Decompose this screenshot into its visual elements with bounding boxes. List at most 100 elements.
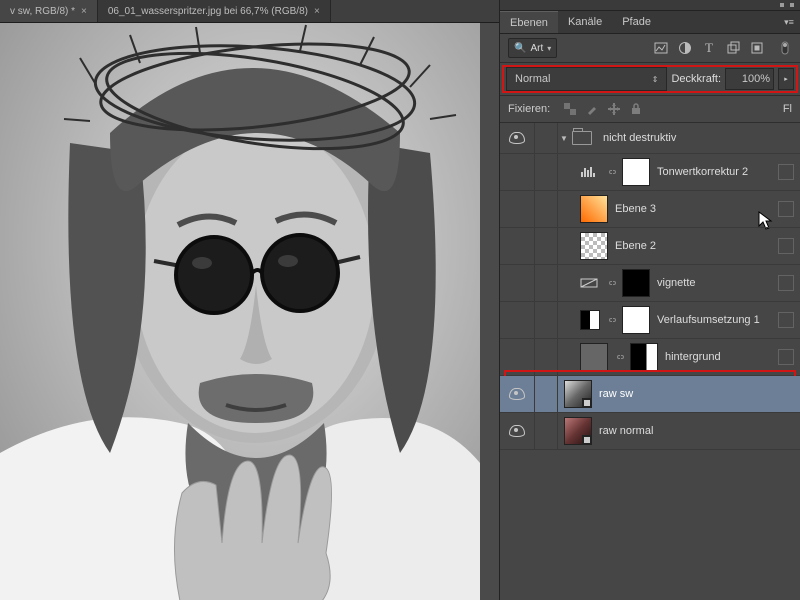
lock-all-icon[interactable] bbox=[630, 103, 642, 115]
style-slot-icon[interactable] bbox=[778, 164, 794, 180]
layer-row[interactable]: Ebene 3 bbox=[500, 191, 800, 228]
collapse-icon[interactable] bbox=[790, 3, 794, 7]
panel-menu-icon[interactable]: ▾≡ bbox=[778, 11, 800, 33]
chevron-updown-icon: ⇕ bbox=[652, 75, 659, 84]
visibility-toggle[interactable] bbox=[500, 413, 535, 449]
opacity-flyout-icon[interactable]: ▸ bbox=[778, 68, 794, 90]
smart-object-thumbnail[interactable] bbox=[564, 417, 592, 445]
layer-row[interactable]: vignette bbox=[500, 265, 800, 302]
opacity-label: Deckkraft: bbox=[671, 73, 721, 85]
lock-column[interactable] bbox=[535, 265, 558, 301]
visibility-toggle[interactable] bbox=[500, 123, 535, 153]
filter-type-icon[interactable]: T bbox=[702, 41, 716, 55]
filter-adjust-icon[interactable] bbox=[678, 41, 692, 55]
document-image bbox=[0, 23, 480, 600]
canvas-viewport[interactable] bbox=[0, 23, 499, 600]
lock-row: Fixieren: Fl bbox=[500, 95, 800, 123]
layer-list[interactable]: ▼ nicht destruktiv Tonwertkorrektur 2 Ebe… bbox=[500, 123, 800, 600]
filter-shape-icon[interactable] bbox=[726, 41, 740, 55]
visibility-toggle[interactable] bbox=[500, 265, 535, 301]
layer-mask-thumbnail[interactable] bbox=[630, 343, 658, 371]
blend-mode-combo[interactable]: Normal ⇕ bbox=[506, 67, 667, 91]
eye-icon bbox=[509, 132, 525, 144]
layer-name[interactable]: hintergrund bbox=[665, 351, 721, 363]
close-icon[interactable]: × bbox=[81, 6, 87, 17]
filter-pixel-icon[interactable] bbox=[654, 41, 668, 55]
levels-icon bbox=[580, 163, 598, 181]
opacity-value: 100% bbox=[742, 73, 770, 85]
lock-position-icon[interactable] bbox=[608, 103, 620, 115]
lock-column[interactable] bbox=[535, 376, 558, 412]
layer-thumbnail[interactable] bbox=[580, 232, 608, 260]
lock-column[interactable] bbox=[535, 154, 558, 190]
smart-object-thumbnail[interactable] bbox=[564, 380, 592, 408]
document-tab-bar: v sw, RGB/8) * × 06_01_wasserspritzer.jp… bbox=[0, 0, 499, 23]
close-icon[interactable]: × bbox=[314, 6, 320, 17]
fill-label: Fl bbox=[783, 103, 792, 115]
lock-column[interactable] bbox=[535, 191, 558, 227]
layer-row[interactable]: raw sw bbox=[500, 376, 800, 413]
layer-name[interactable]: nicht destruktiv bbox=[603, 132, 676, 144]
visibility-toggle[interactable] bbox=[500, 154, 535, 190]
eye-icon bbox=[509, 388, 525, 400]
document-tab-inactive[interactable]: 06_01_wasserspritzer.jpg bei 66,7% (RGB/… bbox=[98, 0, 331, 22]
lock-column[interactable] bbox=[535, 228, 558, 264]
opacity-input[interactable]: 100% bbox=[725, 68, 774, 90]
lock-pixels-icon[interactable] bbox=[586, 103, 598, 115]
layers-panel: Ebenen Kanäle Pfade ▾≡ 🔍 Art ▾ T Normal bbox=[499, 0, 800, 600]
layer-extras bbox=[778, 201, 794, 217]
tab-kanaele[interactable]: Kanäle bbox=[558, 11, 612, 33]
layer-row[interactable]: raw normal bbox=[500, 413, 800, 450]
blend-mode-value: Normal bbox=[515, 73, 550, 85]
tab-ebenen[interactable]: Ebenen bbox=[500, 11, 558, 33]
layer-name[interactable]: raw sw bbox=[599, 388, 633, 400]
layer-name[interactable]: raw normal bbox=[599, 425, 653, 437]
lock-column[interactable] bbox=[535, 123, 558, 153]
style-slot-icon[interactable] bbox=[778, 349, 794, 365]
tab-pfade[interactable]: Pfade bbox=[612, 11, 661, 33]
layer-mask-thumbnail[interactable] bbox=[622, 269, 650, 297]
style-slot-icon[interactable] bbox=[778, 238, 794, 254]
visibility-toggle[interactable] bbox=[500, 339, 535, 375]
layer-mask-thumbnail[interactable] bbox=[622, 158, 650, 186]
layer-name[interactable]: Tonwertkorrektur 2 bbox=[657, 166, 748, 178]
layer-extras bbox=[778, 312, 794, 328]
layer-extras bbox=[778, 349, 794, 365]
lock-column[interactable] bbox=[535, 413, 558, 449]
lock-transparency-icon[interactable] bbox=[564, 103, 576, 115]
layer-row[interactable]: hintergrund bbox=[500, 339, 800, 376]
layer-extras bbox=[778, 275, 794, 291]
layer-row[interactable]: Verlaufsumsetzung 1 bbox=[500, 302, 800, 339]
filter-kind-combo[interactable]: 🔍 Art ▾ bbox=[508, 38, 557, 58]
layer-name[interactable]: Ebene 3 bbox=[615, 203, 656, 215]
visibility-toggle[interactable] bbox=[500, 228, 535, 264]
disclosure-triangle-icon[interactable]: ▼ bbox=[558, 134, 570, 143]
filter-toggle-icon[interactable] bbox=[778, 41, 792, 55]
document-tab-active[interactable]: v sw, RGB/8) * × bbox=[0, 0, 98, 22]
layer-name[interactable]: Verlaufsumsetzung 1 bbox=[657, 314, 760, 326]
visibility-toggle[interactable] bbox=[500, 191, 535, 227]
layer-name[interactable]: vignette bbox=[657, 277, 696, 289]
style-slot-icon[interactable] bbox=[778, 275, 794, 291]
layer-extras bbox=[778, 238, 794, 254]
lock-column[interactable] bbox=[535, 339, 558, 375]
gradient-map-icon bbox=[580, 310, 600, 330]
filter-smart-icon[interactable] bbox=[750, 41, 764, 55]
document-tab-label: 06_01_wasserspritzer.jpg bei 66,7% (RGB/… bbox=[108, 6, 308, 17]
layer-name[interactable]: Ebene 2 bbox=[615, 240, 656, 252]
layer-row[interactable]: Tonwertkorrektur 2 bbox=[500, 154, 800, 191]
layer-thumbnail[interactable] bbox=[580, 195, 608, 223]
style-slot-icon[interactable] bbox=[778, 201, 794, 217]
panel-top-strip bbox=[500, 0, 800, 11]
layer-mask-thumbnail[interactable] bbox=[622, 306, 650, 334]
document-tab-label: v sw, RGB/8) * bbox=[10, 6, 75, 17]
visibility-toggle[interactable] bbox=[500, 376, 535, 412]
collapse-icon[interactable] bbox=[780, 3, 784, 7]
link-icon bbox=[605, 165, 619, 179]
lock-column[interactable] bbox=[535, 302, 558, 338]
visibility-toggle[interactable] bbox=[500, 302, 535, 338]
style-slot-icon[interactable] bbox=[778, 312, 794, 328]
layer-group-row[interactable]: ▼ nicht destruktiv bbox=[500, 123, 800, 154]
layer-row[interactable]: Ebene 2 bbox=[500, 228, 800, 265]
layer-thumbnail[interactable] bbox=[580, 343, 608, 371]
